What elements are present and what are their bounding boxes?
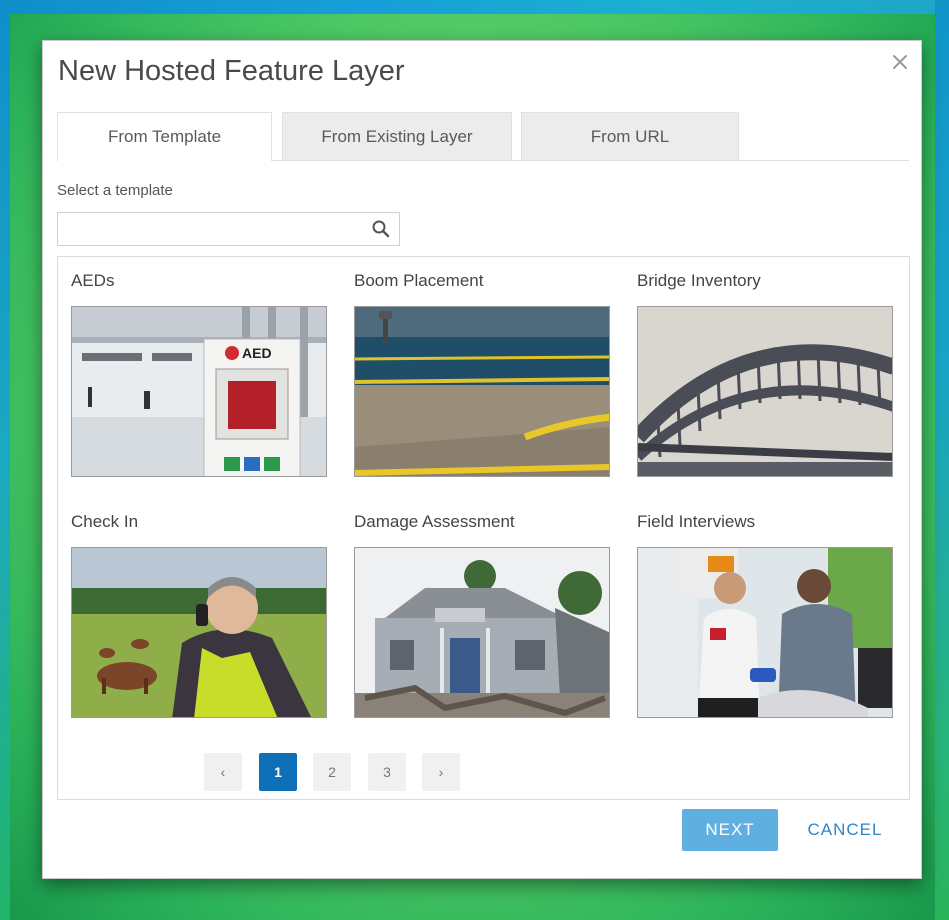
template-title: Check In (71, 512, 139, 531)
background-frame-top (0, 0, 949, 14)
template-title: Field Interviews (637, 512, 756, 531)
template-thumbnail-aeds[interactable]: AED (71, 306, 327, 477)
template-thumbnail-bridge-inventory[interactable] (637, 306, 893, 477)
pagination-next-button[interactable]: › (422, 753, 460, 791)
template-thumbnail-damage-assessment[interactable] (354, 547, 610, 718)
template-card-check-in[interactable]: Check In (71, 510, 327, 718)
template-card-aeds[interactable]: AEDs AED (71, 269, 327, 477)
template-thumbnail-check-in[interactable] (71, 547, 327, 718)
template-card-boom-placement[interactable]: Boom Placement (354, 269, 610, 477)
select-template-label: Select a template (57, 182, 173, 199)
background-frame-left (0, 0, 10, 920)
tab-from-url[interactable]: From URL (521, 112, 739, 160)
template-card-field-interviews[interactable]: Field Interviews (637, 510, 893, 718)
background-frame-right (935, 0, 949, 920)
template-card-damage-assessment[interactable]: Damage Assessment (354, 510, 610, 718)
dialog-title: New Hosted Feature Layer (58, 55, 405, 87)
template-search (57, 212, 400, 246)
pagination-page-2[interactable]: 2 (313, 753, 351, 791)
template-thumbnail-field-interviews[interactable] (637, 547, 893, 718)
pagination-prev-button[interactable]: ‹ (204, 753, 242, 791)
pagination-page-1[interactable]: 1 (259, 753, 297, 791)
close-icon[interactable] (889, 51, 911, 73)
template-card-bridge-inventory[interactable]: Bridge Inventory (637, 269, 893, 477)
template-title: Damage Assessment (354, 512, 515, 531)
new-hosted-feature-layer-dialog: New Hosted Feature Layer From Template F… (42, 40, 922, 879)
tab-bar: From Template From Existing Layer From U… (57, 112, 909, 161)
pagination-page-3[interactable]: 3 (368, 753, 406, 791)
cancel-button[interactable]: CANCEL (795, 809, 895, 851)
next-button[interactable]: NEXT (682, 809, 778, 851)
template-gallery: AEDs AED Boom Placement Bridge Inventory… (57, 256, 910, 800)
template-thumbnail-boom-placement[interactable] (354, 306, 610, 477)
template-search-input[interactable] (58, 213, 358, 245)
aed-sign-text: AED (242, 345, 272, 361)
search-icon[interactable] (371, 219, 391, 239)
tab-from-existing-layer[interactable]: From Existing Layer (282, 112, 512, 160)
tab-from-template[interactable]: From Template (57, 112, 272, 161)
template-title: Boom Placement (354, 271, 484, 290)
template-title: Bridge Inventory (637, 271, 761, 290)
template-title: AEDs (71, 271, 115, 290)
